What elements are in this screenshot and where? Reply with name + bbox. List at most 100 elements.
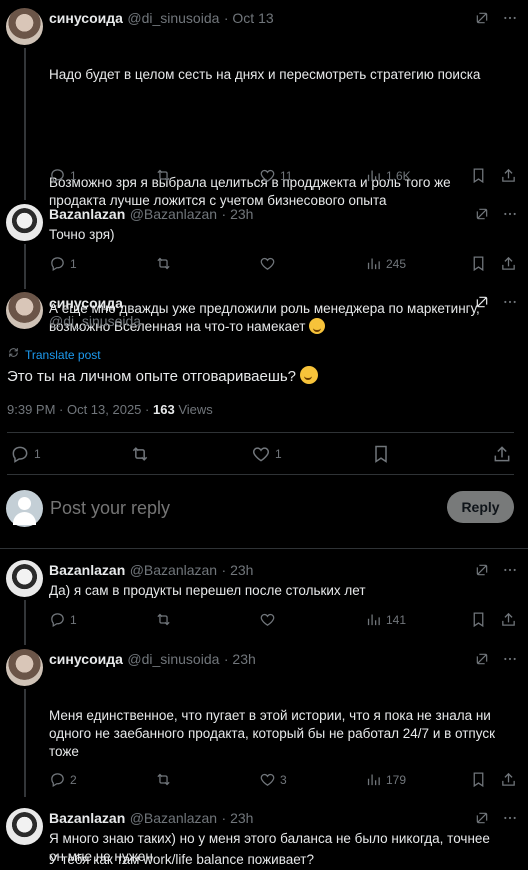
like-icon	[259, 255, 276, 272]
author-name[interactable]: синусоида	[49, 10, 123, 26]
author-name[interactable]: Bazanlazan	[49, 810, 125, 826]
main-action-bar: 1 1	[10, 444, 518, 466]
views-button[interactable]: 141	[365, 611, 406, 628]
reply-icon	[49, 167, 66, 184]
reply-button[interactable]: 1	[49, 611, 77, 628]
author-handle[interactable]: @di_sinusoida	[49, 313, 141, 329]
like-button[interactable]	[259, 255, 276, 272]
post-date[interactable]: · 23h	[222, 206, 254, 222]
post-date[interactable]: · 23h	[224, 651, 256, 667]
post-text: Это ты на личном опыте отговариваешь?	[7, 366, 319, 385]
post-date[interactable]: · 23h	[222, 562, 254, 578]
share-button[interactable]	[500, 771, 517, 788]
grok-icon[interactable]	[474, 651, 490, 672]
views-button[interactable]: 179	[365, 771, 406, 788]
grok-icon[interactable]	[474, 10, 490, 31]
grok-icon[interactable]	[474, 562, 490, 583]
avatar[interactable]	[6, 204, 43, 241]
bookmark-button[interactable]	[470, 255, 487, 272]
bookmark-icon	[470, 255, 487, 272]
grok-icon[interactable]	[474, 810, 490, 831]
views-icon	[365, 771, 382, 788]
more-icon[interactable]	[502, 562, 518, 583]
translate-post-link[interactable]: Translate post	[7, 346, 101, 364]
post-text: Я много знаю таких) но у меня этого бала…	[49, 831, 494, 864]
author-name[interactable]: синусоида	[49, 651, 123, 667]
post-text: Меня единственное, что пугает в этой ист…	[49, 708, 499, 759]
bookmark-button[interactable]	[470, 611, 487, 628]
reply-icon	[10, 444, 30, 464]
grok-icon[interactable]	[474, 206, 490, 227]
reply-button[interactable]: 2	[49, 771, 77, 788]
more-icon[interactable]	[502, 294, 518, 315]
repost-button[interactable]	[155, 611, 172, 628]
like-icon	[259, 771, 276, 788]
share-button[interactable]	[500, 255, 517, 272]
more-icon[interactable]	[502, 651, 518, 672]
repost-icon	[130, 444, 150, 464]
like-button[interactable]	[259, 611, 276, 628]
more-icon[interactable]	[502, 206, 518, 227]
share-icon	[500, 255, 517, 272]
action-bar: 1 245	[49, 255, 518, 275]
like-button[interactable]: 11	[259, 167, 292, 184]
more-icon[interactable]	[502, 10, 518, 31]
repost-button[interactable]	[155, 167, 172, 184]
post-timestamp: 9:39 PM · Oct 13, 2025 · 163 Views	[7, 402, 213, 417]
like-button[interactable]: 3	[259, 771, 287, 788]
views-icon	[365, 611, 382, 628]
repost-button[interactable]	[155, 771, 172, 788]
author-handle[interactable]: @di_sinusoida	[127, 651, 219, 667]
like-icon	[259, 611, 276, 628]
bookmark-icon	[371, 444, 391, 464]
action-bar: 1 11 1.6K	[49, 167, 518, 187]
share-button[interactable]	[500, 611, 517, 628]
divider	[0, 548, 528, 549]
avatar[interactable]	[6, 8, 43, 45]
avatar[interactable]	[6, 560, 43, 597]
reply-input[interactable]	[50, 495, 430, 521]
action-bar: 1 141	[49, 611, 518, 631]
post-text: Надо будет в целом сесть на днях и перес…	[49, 67, 481, 82]
post-text: Да) я сам в продукты перешел после столь…	[49, 583, 366, 598]
author-handle[interactable]: @Bazanlazan	[130, 206, 217, 222]
reply-button[interactable]: 1	[10, 444, 41, 464]
repost-button[interactable]	[130, 444, 150, 464]
reply-button[interactable]: 1	[49, 167, 77, 184]
avatar[interactable]	[6, 292, 43, 329]
share-button[interactable]	[492, 444, 512, 464]
author-handle[interactable]: @di_sinusoida	[127, 10, 219, 26]
author-name[interactable]: синусоида	[49, 295, 123, 311]
bookmark-button[interactable]	[371, 444, 391, 464]
avatar	[6, 490, 43, 527]
post-date[interactable]: · Oct 13	[224, 10, 274, 26]
like-icon	[251, 444, 271, 464]
views-button[interactable]: 245	[365, 255, 406, 272]
action-bar: 2 3 179	[49, 771, 518, 791]
reply-button[interactable]: 1	[49, 255, 77, 272]
thread-line	[24, 244, 26, 289]
thread-line	[24, 689, 26, 797]
avatar[interactable]	[6, 649, 43, 686]
more-icon[interactable]	[502, 810, 518, 831]
repost-icon	[155, 255, 172, 272]
author-name[interactable]: Bazanlazan	[49, 562, 125, 578]
post-date[interactable]: · 23h	[222, 810, 254, 826]
bookmark-button[interactable]	[470, 167, 487, 184]
like-icon	[259, 167, 276, 184]
views-button[interactable]: 1.6K	[365, 167, 411, 184]
author-name[interactable]: Bazanlazan	[49, 206, 125, 222]
share-icon	[492, 444, 512, 464]
repost-button[interactable]	[155, 255, 172, 272]
bookmark-button[interactable]	[470, 771, 487, 788]
grok-icon[interactable]	[474, 294, 490, 315]
like-button[interactable]: 1	[251, 444, 282, 464]
author-handle[interactable]: @Bazanlazan	[130, 562, 217, 578]
bookmark-icon	[470, 611, 487, 628]
author-handle[interactable]: @Bazanlazan	[130, 810, 217, 826]
views-icon	[365, 167, 382, 184]
avatar[interactable]	[6, 808, 43, 845]
divider	[7, 474, 514, 475]
share-button[interactable]	[500, 167, 517, 184]
reply-submit-button[interactable]: Reply	[447, 491, 514, 523]
